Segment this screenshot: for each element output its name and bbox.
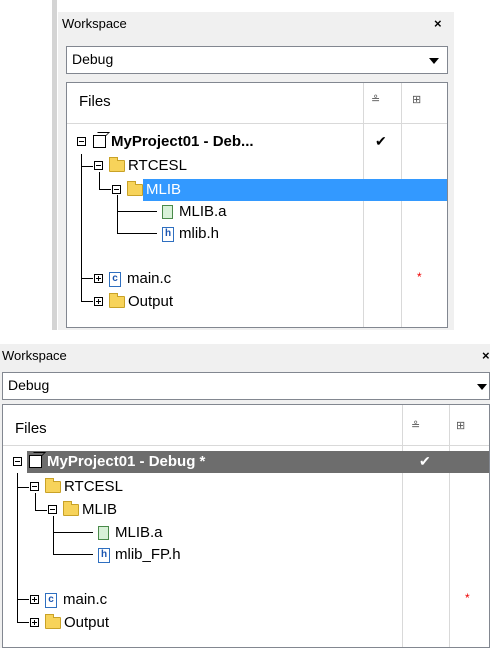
workspace-panel-bottom: Workspace × Debug Files ≗ ⊞ MyProject01 … xyxy=(0,344,490,648)
options-column-icon[interactable]: ⊞ xyxy=(412,93,421,106)
library-file-icon xyxy=(98,526,109,540)
collapse-icon[interactable] xyxy=(48,505,57,514)
expand-icon[interactable] xyxy=(30,618,39,627)
file-tree: Files ≗ ⊞ MyProject01 - Debug * ✔ RTCESL xyxy=(2,404,490,648)
files-column-header[interactable]: Files xyxy=(79,93,111,110)
tree-item-label: MyProject01 - Debug * xyxy=(47,453,206,470)
tree-item-label: MLIB xyxy=(146,181,182,198)
workspace-panel-top: Workspace × Debug Files ≗ ⊞ MyProject01 … xyxy=(58,12,454,330)
tree-item-mlib-h[interactable]: h mlib.h xyxy=(67,223,447,245)
build-status-column-icon[interactable]: ≗ xyxy=(371,93,380,106)
tree-item-label: Output xyxy=(128,293,174,310)
configuration-value: Debug xyxy=(8,377,50,393)
expand-icon[interactable] xyxy=(94,274,103,283)
project-icon xyxy=(29,455,42,468)
tree-item-output[interactable]: Output xyxy=(67,291,447,313)
tree-item-label: mlib.h xyxy=(179,225,220,242)
modified-indicator: * xyxy=(465,591,470,605)
folder-icon xyxy=(45,478,61,493)
header-file-icon: h xyxy=(98,548,110,563)
tree-item-mlib[interactable]: MLIB xyxy=(3,499,489,521)
tree-item-mlib-a[interactable]: MLIB.a xyxy=(67,201,447,223)
checkmark-icon: ✔ xyxy=(419,453,431,469)
tree-item-label: main.c xyxy=(127,270,172,287)
tree-item-label: MLIB xyxy=(82,501,118,518)
configuration-value: Debug xyxy=(72,51,114,67)
tree-item-output[interactable]: Output xyxy=(3,612,489,634)
tree-item-project[interactable]: MyProject01 - Debug * ✔ xyxy=(3,451,489,473)
tree-item-rtcesl[interactable]: RTCESL xyxy=(67,155,447,177)
collapse-icon[interactable] xyxy=(77,137,86,146)
files-column-header[interactable]: Files xyxy=(15,420,47,437)
library-file-icon xyxy=(162,205,173,219)
expand-icon[interactable] xyxy=(94,297,103,306)
folder-icon xyxy=(109,293,125,308)
c-file-icon: c xyxy=(45,593,57,608)
close-button[interactable]: × xyxy=(434,16,442,31)
tree-item-label: Output xyxy=(64,614,110,631)
collapse-icon[interactable] xyxy=(112,185,121,194)
options-column-icon[interactable]: ⊞ xyxy=(456,419,465,432)
tree-item-label: RTCESL xyxy=(128,157,187,174)
close-button[interactable]: × xyxy=(482,348,490,363)
collapse-icon[interactable] xyxy=(30,482,39,491)
collapse-icon[interactable] xyxy=(94,161,103,170)
tree-item-label: main.c xyxy=(63,591,108,608)
tree-item-label: MyProject01 - Deb... xyxy=(111,133,254,150)
chevron-down-icon[interactable] xyxy=(477,384,487,390)
collapse-icon[interactable] xyxy=(13,457,22,466)
tree-item-project[interactable]: MyProject01 - Deb... ✔ xyxy=(67,131,447,153)
tree-item-label: MLIB.a xyxy=(115,524,163,541)
project-icon xyxy=(93,135,106,148)
folder-icon xyxy=(109,157,125,172)
folder-icon xyxy=(63,501,79,516)
tree-item-main-c[interactable]: c main.c * xyxy=(3,589,489,611)
checkmark-icon: ✔ xyxy=(375,133,387,149)
folder-icon xyxy=(127,181,143,196)
chevron-down-icon[interactable] xyxy=(429,58,439,64)
file-tree: Files ≗ ⊞ MyProject01 - Deb... ✔ RTCESL xyxy=(66,82,448,328)
modified-indicator: * xyxy=(417,270,422,284)
tree-item-mlib[interactable]: MLIB xyxy=(67,179,447,201)
workspace-title: Workspace xyxy=(62,16,127,31)
tree-item-label: mlib_FP.h xyxy=(115,546,181,563)
tree-item-rtcesl[interactable]: RTCESL xyxy=(3,476,489,498)
header-file-icon: h xyxy=(162,227,174,242)
folder-icon xyxy=(45,614,61,629)
c-file-icon: c xyxy=(109,272,121,287)
tree-item-main-c[interactable]: c main.c * xyxy=(67,268,447,290)
tree-item-label: RTCESL xyxy=(64,478,123,495)
configuration-dropdown[interactable]: Debug xyxy=(2,372,490,400)
workspace-title: Workspace xyxy=(2,348,67,363)
build-status-column-icon[interactable]: ≗ xyxy=(411,419,420,432)
tree-item-mlib-fp-h[interactable]: h mlib_FP.h xyxy=(3,544,489,566)
tree-item-mlib-a[interactable]: MLIB.a xyxy=(3,522,489,544)
expand-icon[interactable] xyxy=(30,595,39,604)
tree-item-label: MLIB.a xyxy=(179,203,227,220)
configuration-dropdown[interactable]: Debug xyxy=(66,46,448,74)
